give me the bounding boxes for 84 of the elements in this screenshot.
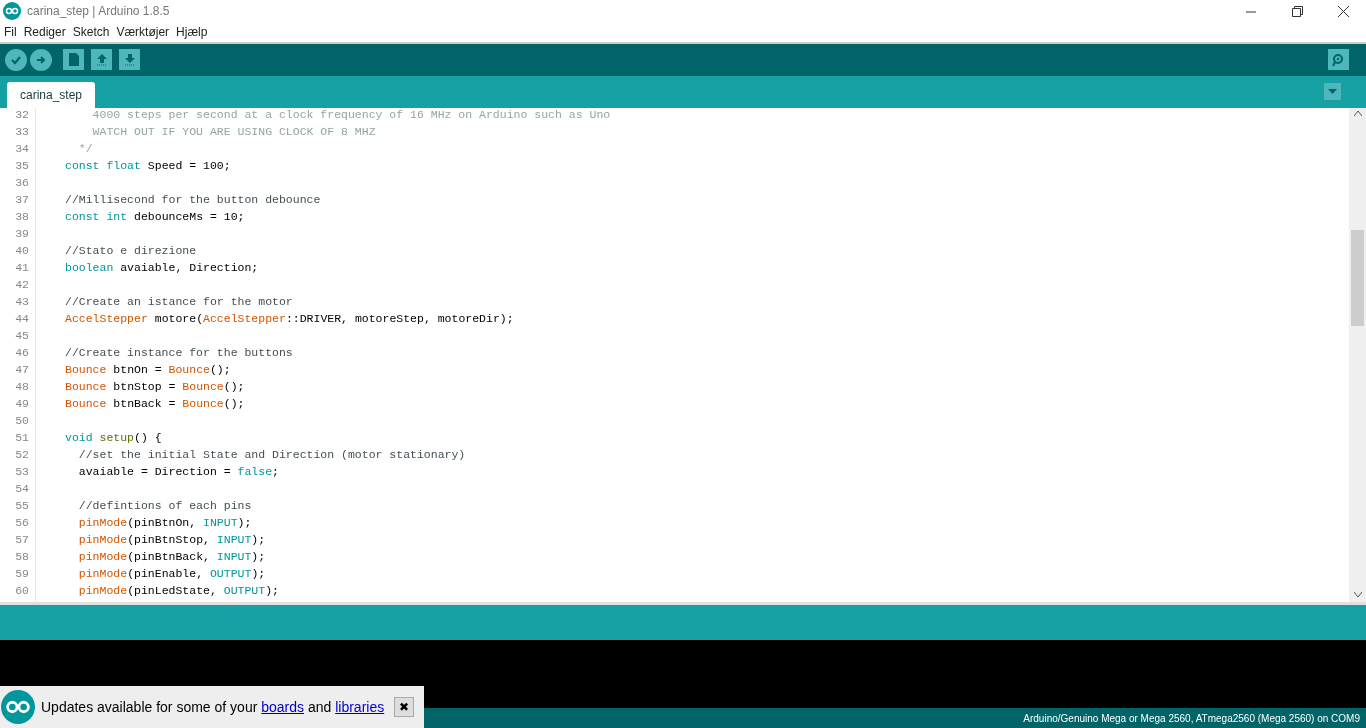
line-number: 48 (14, 379, 30, 395)
code-line: 4000 steps per second at a clock frequency of 16 MHz on Arduino such as Uno (91, 107, 611, 121)
code-line: pinMode(pinBtnOn, INPUT); (77, 515, 252, 529)
window-title: carina_step | Arduino 1.8.5 (27, 4, 170, 18)
notification-text: Updates available for some of your boards and libraries (41, 699, 385, 715)
code-line: avaiable = Direction = false; (77, 464, 279, 478)
code-line: Bounce btnBack = Bounce(); (65, 396, 245, 410)
line-number: 36 (14, 175, 30, 191)
line-number: 50 (14, 413, 30, 429)
down-arrow-icon (123, 53, 136, 67)
code-line: //Create an istance for the motor (65, 294, 293, 308)
board-info: Arduino/Genuino Mega or Mega 2560, ATmega2560 (Mega 2560) on COM9 (1023, 712, 1360, 724)
line-number: 55 (14, 498, 30, 514)
code-line: pinMode(pinLedState, OUTPUT); (77, 583, 279, 597)
restore-icon (1291, 5, 1303, 17)
line-number: 45 (14, 328, 30, 344)
menu-item[interactable]: Rediger (23, 25, 66, 39)
document-icon (68, 53, 79, 67)
code-line: boolean avaiable, Direction; (65, 260, 259, 274)
line-number: 38 (14, 209, 30, 225)
code-line: AccelStepper motore(AccelStepper::DRIVER, motoreStep, motoreDir); (65, 311, 514, 325)
line-number: 49 (14, 396, 30, 412)
line-number: 54 (14, 481, 30, 497)
notification-link[interactable]: boards (261, 699, 305, 715)
menu-item[interactable]: Hjælp (176, 25, 208, 39)
line-number: 44 (14, 311, 30, 327)
line-number: 47 (14, 362, 30, 378)
line-number: 37 (14, 192, 30, 208)
code-line: void setup() { (65, 430, 162, 444)
code-line: //set the initial State and Direction (motor stationary) (77, 447, 466, 461)
open-button[interactable] (91, 49, 112, 71)
line-number: 46 (14, 345, 30, 361)
line-number: 52 (14, 447, 30, 463)
right-arrow-icon (35, 53, 47, 66)
scroll-down-icon[interactable] (1353, 592, 1362, 598)
code-line: pinMode(pinBtnBack, INPUT); (77, 549, 266, 563)
code-line: //Stato e direzione (65, 243, 197, 257)
serial-monitor-button[interactable] (1328, 49, 1349, 71)
code-line: const int debounceMs = 10; (65, 209, 245, 223)
close-icon (1337, 5, 1349, 17)
line-number: 41 (14, 260, 30, 276)
line-number: 57 (14, 532, 30, 548)
scrollbar[interactable] (1349, 107, 1366, 603)
save-button[interactable] (119, 49, 140, 71)
line-number: 34 (14, 141, 30, 157)
line-number: 32 (14, 107, 30, 123)
notification-link[interactable]: libraries (335, 699, 385, 715)
tab-menu-button[interactable] (1324, 83, 1341, 101)
upload-button[interactable] (30, 48, 52, 71)
code-line: const float Speed = 100; (65, 158, 231, 172)
menu-item[interactable]: Værktøjer (116, 25, 170, 39)
caret-icon (1328, 89, 1337, 95)
line-number: 58 (14, 549, 30, 565)
code-line: //defintions of each pins (77, 498, 252, 512)
code-line: */ (77, 141, 93, 155)
code-line: //Millisecond for the button debounce (65, 192, 321, 206)
code-line: //Create instance for the buttons (65, 345, 293, 359)
file-tab[interactable]: carina_step (7, 81, 96, 108)
menu-item[interactable]: Sketch (72, 25, 110, 39)
menu-item[interactable]: Fil (4, 25, 17, 39)
line-number: 56 (14, 515, 30, 531)
line-number: 40 (14, 243, 30, 259)
magnifier-icon (1331, 52, 1346, 67)
code-line: Bounce btnOn = Bounce(); (65, 362, 231, 376)
code-line: pinMode(pinEnable, OUTPUT); (77, 566, 266, 580)
new-file-button[interactable] (63, 49, 84, 71)
line-number: 42 (14, 277, 30, 293)
code-line: pinMode(pinBtnStop, INPUT); (77, 532, 266, 546)
line-number: 60 (14, 583, 30, 599)
line-number: 33 (14, 124, 30, 140)
code-line: WATCH OUT IF YOU ARE USING CLOCK OF 8 MHZ (91, 124, 376, 138)
line-number: 35 (14, 158, 30, 174)
code-line: Bounce btnStop = Bounce(); (65, 379, 245, 393)
line-number: 51 (14, 430, 30, 446)
scroll-up-icon[interactable] (1353, 110, 1362, 116)
arduino-logo-icon (1, 690, 35, 724)
verify-button[interactable] (5, 48, 27, 71)
line-number: 59 (14, 566, 30, 582)
line-number: 43 (14, 294, 30, 310)
line-number: 53 (14, 464, 30, 480)
line-number: 39 (14, 226, 30, 242)
up-arrow-icon (95, 53, 108, 67)
close-notification-button[interactable]: ✖ (394, 697, 415, 717)
scrollbar-thumb[interactable] (1351, 229, 1364, 326)
